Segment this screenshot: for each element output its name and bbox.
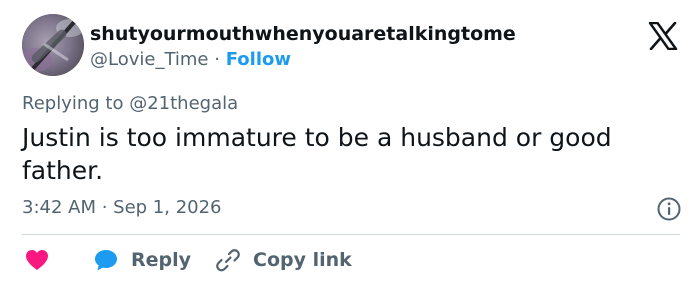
heart-icon	[26, 250, 48, 270]
reply-button[interactable]: Reply	[93, 246, 191, 274]
tweet-text: Justin is too immature to be a husband o…	[22, 123, 612, 185]
display-name[interactable]: shutyourmouthwhenyouaretalkingtome	[90, 22, 516, 46]
avatar[interactable]	[22, 14, 84, 76]
replying-to: Replying to @21thegala	[22, 93, 239, 114]
like-button[interactable]	[24, 246, 50, 274]
reply-label: Reply	[131, 249, 192, 271]
copy-link-button[interactable]: Copy link	[215, 246, 352, 274]
user-handle[interactable]: @Lovie_Time	[90, 49, 209, 70]
avatar-image	[22, 14, 84, 76]
handle-row: @Lovie_Time · Follow	[90, 48, 291, 72]
info-icon[interactable]	[656, 196, 682, 222]
divider	[22, 234, 680, 235]
copy-link-label: Copy link	[253, 249, 352, 271]
follow-button[interactable]: Follow	[226, 49, 291, 70]
timestamp[interactable]: 3:42 AM · Sep 1, 2026	[22, 196, 222, 220]
link-icon	[216, 249, 240, 272]
handle-separator: ·	[214, 49, 220, 70]
reply-bubble-icon	[95, 250, 117, 271]
x-logo-icon[interactable]	[648, 22, 678, 50]
tweet-card: shutyourmouthwhenyouaretalkingtome @Lovi…	[0, 0, 700, 287]
